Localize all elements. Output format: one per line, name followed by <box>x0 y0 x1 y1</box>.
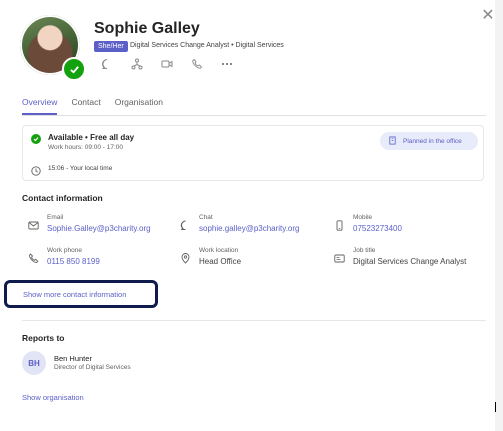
job-title-value: Digital Services Change Analyst <box>353 257 467 266</box>
phone-icon <box>28 251 39 263</box>
tab-overview[interactable]: Overview <box>22 97 58 115</box>
contact-section-title: Contact information <box>22 193 103 203</box>
chat-bubble-icon <box>180 218 191 231</box>
email-label: Email <box>47 214 64 221</box>
profile-card: ✕ Sophie Galley She/Her Digital Services… <box>0 0 495 431</box>
show-more-contact-label: Show more contact information <box>23 289 127 299</box>
work-phone-label: Work phone <box>47 247 82 254</box>
chat-icon[interactable] <box>100 57 114 71</box>
planned-label: Planned in the office <box>403 137 462 145</box>
work-hours: Work hours: 09:00 - 17:00 <box>48 144 124 151</box>
local-time: 15:06 - Your local time <box>48 165 113 172</box>
work-location-label: Work location <box>199 247 239 254</box>
pronoun-badge: She/Her <box>94 41 128 52</box>
presence-available-icon <box>62 57 86 81</box>
manager-name[interactable]: Ben Hunter <box>54 354 92 363</box>
action-bar <box>100 57 234 71</box>
manager-title: Director of Digital Services <box>54 364 131 371</box>
chat-link[interactable]: sophie.galley@p3charity.org <box>199 224 299 233</box>
work-phone-link[interactable]: 0115 850 8199 <box>47 257 100 266</box>
availability-panel: Available • Free all day Work hours: 09:… <box>22 125 484 181</box>
section-divider <box>22 320 486 321</box>
reports-to-title: Reports to <box>22 333 65 343</box>
manager-avatar[interactable]: BH <box>22 351 46 375</box>
text-cursor <box>495 402 496 412</box>
id-card-icon <box>334 251 345 263</box>
profile-tabs: Overview Contact Organisation <box>22 97 163 115</box>
close-icon[interactable]: ✕ <box>481 8 495 24</box>
location-pin-icon <box>180 251 191 264</box>
profile-name: Sophie Galley <box>94 20 200 37</box>
org-chart-icon[interactable] <box>130 57 144 71</box>
video-icon[interactable] <box>160 57 174 71</box>
work-location-value: Head Office <box>199 257 242 266</box>
tab-organisation[interactable]: Organisation <box>115 97 163 115</box>
building-icon <box>388 135 397 147</box>
phone-icon[interactable] <box>190 57 204 71</box>
tab-divider <box>22 115 486 116</box>
mobile-link[interactable]: 07523273400 <box>353 224 402 233</box>
mobile-label: Mobile <box>353 214 373 221</box>
chat-label: Chat <box>199 214 213 221</box>
planned-location-button[interactable]: Planned in the office <box>380 132 478 150</box>
profile-avatar <box>20 15 86 81</box>
available-status-icon <box>31 134 41 144</box>
availability-status: Available • Free all day <box>48 133 135 142</box>
show-more-contact-button[interactable]: Show more contact information <box>4 280 158 308</box>
mail-icon <box>28 218 39 230</box>
profile-subtitle: Digital Services Change Analyst • Digita… <box>130 42 284 49</box>
clock-icon <box>31 163 41 176</box>
more-icon[interactable] <box>220 57 234 71</box>
show-organisation-link[interactable]: Show organisation <box>22 393 84 402</box>
tab-contact[interactable]: Contact <box>71 97 100 115</box>
mobile-phone-icon <box>334 218 345 231</box>
email-link[interactable]: Sophie.Galley@p3charity.org <box>47 224 151 233</box>
window-edge <box>495 0 503 431</box>
job-title-label: Job title <box>353 247 376 254</box>
